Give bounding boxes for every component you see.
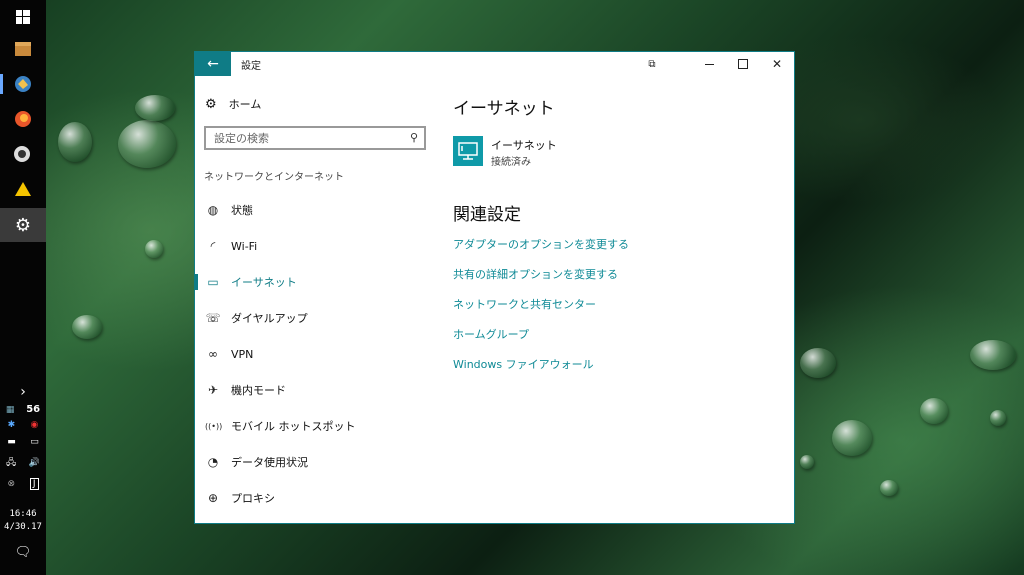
nav-item-status[interactable]: ◍ 状態 bbox=[195, 198, 435, 222]
link-advanced-sharing[interactable]: 共有の詳細オプションを変更する bbox=[453, 266, 618, 282]
tray-row-1: ▦ 56 bbox=[0, 404, 46, 415]
nav-item-proxy[interactable]: ⊕ プロキシ bbox=[195, 486, 435, 510]
link-homegroup[interactable]: ホームグループ bbox=[453, 326, 529, 342]
close-icon: ✕ bbox=[771, 57, 783, 71]
bluetooth-icon[interactable]: ✱ bbox=[8, 420, 16, 430]
tray-row-5: ⊗ J bbox=[0, 478, 46, 490]
nav-item-label: ダイヤルアップ bbox=[231, 312, 308, 325]
gear-icon: ⚙ bbox=[205, 96, 217, 112]
notification-icon: 🗨 bbox=[14, 545, 32, 560]
clock-date: 4/30.17 bbox=[4, 522, 42, 532]
link-windows-firewall[interactable]: Windows ファイアウォール bbox=[453, 356, 594, 372]
hotspot-icon: ((•)) bbox=[205, 421, 223, 431]
chevron-right-icon: › bbox=[20, 384, 26, 400]
archive-box-icon bbox=[15, 42, 31, 56]
tablet-mode-button[interactable]: ⧉ bbox=[635, 52, 669, 76]
title-bar[interactable]: ← 設定 ⧉ ✕ bbox=[195, 52, 794, 76]
nav-item-wifi[interactable]: ◜ Wi-Fi bbox=[195, 234, 435, 258]
tray-row-3: ▬ ▭ bbox=[0, 437, 46, 447]
nav-item-label: VPN bbox=[231, 347, 254, 361]
related-settings-heading: 関連設定 bbox=[453, 205, 521, 225]
app-tray-icon[interactable]: ▦ bbox=[6, 405, 15, 415]
airplane-icon: ✈ bbox=[207, 383, 219, 397]
nav-item-vpn[interactable]: ∞ VPN bbox=[195, 342, 435, 366]
minimize-button[interactable] bbox=[692, 52, 726, 76]
snap-icon: ⧉ bbox=[648, 58, 656, 70]
search-placeholder: 設定の検索 bbox=[214, 132, 269, 145]
nav-item-label: Wi-Fi bbox=[231, 239, 258, 253]
tray-overflow[interactable]: › bbox=[0, 384, 46, 400]
ethernet-monitor-icon bbox=[458, 142, 478, 160]
start-button[interactable] bbox=[6, 2, 40, 32]
minimize-icon bbox=[704, 63, 714, 65]
search-icon[interactable]: ⚲ bbox=[410, 131, 418, 144]
nav-item-label: 状態 bbox=[231, 204, 253, 217]
nav-item-airplane-mode[interactable]: ✈ 機内モード bbox=[195, 378, 435, 402]
dialup-icon: ☏ bbox=[205, 311, 221, 325]
status-globe-icon: ◍ bbox=[207, 203, 219, 217]
nav-home-label: ホーム bbox=[228, 98, 262, 111]
windows-logo-icon bbox=[16, 10, 30, 24]
nav-home[interactable]: ⚙ ホーム bbox=[205, 96, 261, 112]
ethernet-icon: ▭ bbox=[207, 275, 219, 289]
maximize-icon bbox=[738, 59, 748, 69]
back-button[interactable]: ← bbox=[195, 52, 231, 76]
volume-icon[interactable]: 🔊 bbox=[29, 458, 40, 468]
battery-icon[interactable]: ▬ bbox=[7, 437, 16, 447]
close-button[interactable]: ✕ bbox=[760, 52, 794, 76]
tray-row-4: 🖧 🔊 bbox=[0, 455, 46, 471]
settings-window: ← 設定 ⧉ ✕ ⚙ ホーム 設定の検索 ⚲ ネットワークとインターネット ◍ … bbox=[194, 51, 795, 524]
sync-icon[interactable]: ◉ bbox=[30, 420, 38, 430]
nav-item-label: モバイル ホットスポット bbox=[231, 420, 356, 433]
taskbar-app-archive[interactable] bbox=[6, 34, 40, 64]
taskbar-app-firefox[interactable] bbox=[6, 104, 40, 134]
active-app-indicator bbox=[0, 74, 3, 94]
section-title: ネットワークとインターネット bbox=[204, 172, 344, 183]
taskbar-app-settings[interactable]: ⚙ bbox=[0, 208, 46, 242]
page-title: イーサネット bbox=[453, 99, 555, 119]
pie-chart-icon: ◔ bbox=[207, 455, 219, 469]
clock[interactable]: 16:46 4/30.17 bbox=[0, 508, 46, 534]
clock-time: 16:46 bbox=[9, 509, 37, 519]
maximize-button[interactable] bbox=[726, 52, 760, 76]
gear-icon: ⚙ bbox=[14, 214, 32, 236]
globe-app-icon bbox=[15, 76, 31, 92]
connection-name[interactable]: イーサネット bbox=[491, 137, 557, 153]
nav-item-label: データ使用状況 bbox=[231, 456, 308, 469]
connection-status: 接続済み bbox=[491, 157, 531, 168]
nav-item-mobile-hotspot[interactable]: ((•)) モバイル ホットスポット bbox=[195, 414, 435, 438]
action-center-button[interactable]: 🗨 bbox=[0, 545, 46, 560]
link-network-sharing-center[interactable]: ネットワークと共有センター bbox=[453, 296, 596, 312]
taskbar-app-explorer[interactable] bbox=[6, 69, 40, 99]
nav-item-data-usage[interactable]: ◔ データ使用状況 bbox=[195, 450, 435, 474]
window-title: 設定 bbox=[241, 61, 261, 72]
wifi-icon: ◜ bbox=[210, 239, 216, 253]
taskbar-app-media[interactable] bbox=[6, 139, 40, 169]
globe-icon: ⊕ bbox=[207, 491, 219, 505]
close-circle-icon[interactable]: ⊗ bbox=[7, 479, 15, 489]
ime-icon[interactable]: J bbox=[29, 478, 39, 490]
arrow-left-icon: ← bbox=[207, 56, 219, 72]
selection-indicator bbox=[195, 274, 198, 290]
warning-triangle-icon bbox=[15, 182, 31, 196]
vpn-icon: ∞ bbox=[208, 347, 218, 361]
nav-item-dialup[interactable]: ☏ ダイヤルアップ bbox=[195, 306, 435, 330]
media-player-icon bbox=[14, 146, 30, 162]
search-input[interactable]: 設定の検索 ⚲ bbox=[204, 126, 426, 150]
monitor-icon[interactable]: ▭ bbox=[30, 437, 39, 447]
nav-item-ethernet[interactable]: ▭ イーサネット bbox=[195, 270, 435, 294]
tray-row-2: ✱ ◉ bbox=[0, 420, 46, 430]
taskbar: ⚙ › ▦ 56 ✱ ◉ ▬ ▭ 🖧 🔊 ⊗ J 16:46 4/30.17 🗨 bbox=[0, 0, 46, 575]
ethernet-connection-tile[interactable] bbox=[453, 136, 483, 166]
network-icon[interactable]: 🖧 bbox=[6, 455, 16, 471]
nav-item-label: プロキシ bbox=[231, 492, 275, 505]
firefox-icon bbox=[15, 111, 31, 127]
link-adapter-options[interactable]: アダプターのオプションを変更する bbox=[453, 236, 629, 252]
tray-number[interactable]: 56 bbox=[26, 404, 40, 415]
taskbar-app-warning[interactable] bbox=[6, 174, 40, 204]
nav-item-label: イーサネット bbox=[231, 276, 297, 289]
nav-item-label: 機内モード bbox=[231, 384, 286, 397]
